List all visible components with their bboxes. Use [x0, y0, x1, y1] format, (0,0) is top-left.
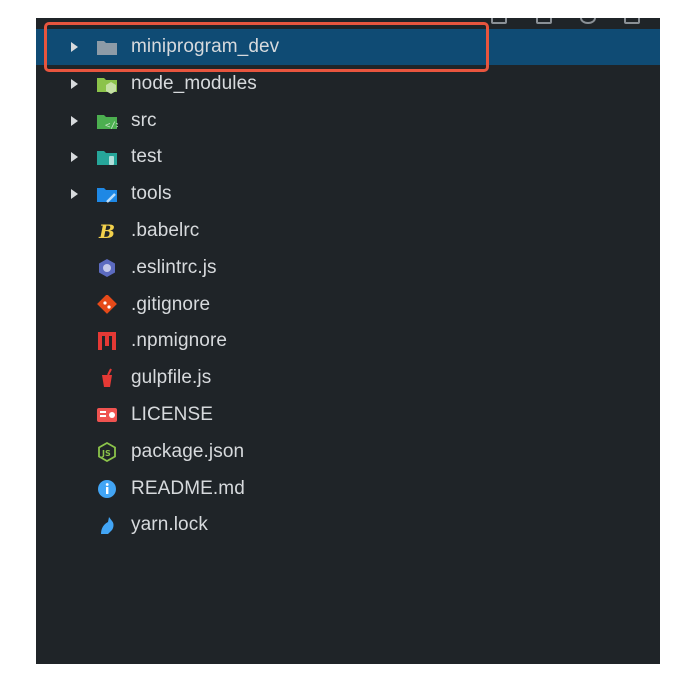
tree-folder-row[interactable]: miniprogram_dev: [36, 29, 660, 65]
chevron-right-icon[interactable]: [71, 152, 78, 163]
tree-item-label: README.md: [131, 477, 245, 499]
npm-icon: [96, 331, 118, 351]
yarn-icon: [96, 515, 118, 535]
tree-file-row[interactable]: B .babelrc: [36, 213, 660, 249]
tree-item-label: tools: [131, 183, 172, 205]
chevron-right-icon[interactable]: [71, 78, 78, 89]
git-icon: [96, 293, 118, 315]
tree-folder-row[interactable]: test: [36, 139, 660, 175]
file-explorer: miniprogram_dev node_modules </> src test too…: [36, 18, 660, 664]
folder-test-icon: [96, 147, 118, 167]
collapse-all-icon[interactable]: [624, 18, 640, 24]
babel-icon: B: [96, 221, 118, 243]
tree-file-row[interactable]: .gitignore: [36, 287, 660, 323]
svg-text:JS: JS: [101, 449, 111, 458]
folder-tools-icon: [96, 184, 118, 204]
explorer-toolbar: [36, 18, 660, 24]
license-icon: [96, 405, 118, 425]
nodejs-icon: JS: [96, 441, 118, 462]
folder-icon: [96, 37, 118, 57]
tree-item-label: package.json: [131, 440, 245, 462]
tree-file-row[interactable]: .eslintrc.js: [36, 250, 660, 286]
tree-item-label: .babelrc: [131, 220, 200, 241]
tree-file-row[interactable]: README.md: [36, 471, 660, 507]
tree-file-row[interactable]: gulpfile.js: [36, 360, 660, 396]
tree-folder-row[interactable]: node_modules: [36, 66, 660, 102]
tree-file-row[interactable]: yarn.lock: [36, 507, 660, 543]
tree-item-label: .npmignore: [131, 330, 228, 352]
tree-item-label: gulpfile.js: [131, 367, 212, 389]
tree-item-label: .eslintrc.js: [131, 256, 217, 278]
tree-folder-row[interactable]: tools: [36, 176, 660, 212]
tree-file-row[interactable]: LICENSE: [36, 397, 660, 433]
tree-file-row[interactable]: .npmignore: [36, 323, 660, 359]
tree-item-label: node_modules: [131, 72, 257, 94]
chevron-right-icon[interactable]: [71, 115, 78, 126]
tree-item-label: .gitignore: [131, 293, 211, 315]
new-file-icon[interactable]: [491, 18, 507, 24]
eslint-icon: [96, 258, 118, 278]
tree-item-label: src: [131, 109, 157, 131]
chevron-right-icon[interactable]: [71, 42, 78, 52]
tree-item-label: miniprogram_dev: [131, 36, 280, 57]
refresh-icon[interactable]: [580, 18, 596, 24]
tree-item-label: yarn.lock: [131, 514, 208, 536]
chevron-right-icon[interactable]: [71, 189, 78, 200]
folder-node-icon: [96, 74, 118, 94]
info-icon: [96, 479, 118, 499]
svg-text:B: B: [98, 221, 115, 241]
tree-folder-row[interactable]: </> src: [36, 103, 660, 139]
svg-text:</>: </>: [105, 121, 118, 131]
new-folder-icon[interactable]: [536, 18, 552, 24]
tree-item-label: test: [131, 146, 163, 168]
folder-src-icon: </>: [96, 111, 122, 131]
gulp-icon: [96, 368, 118, 388]
tree-file-row[interactable]: JS package.json: [36, 434, 660, 470]
tree-item-label: LICENSE: [131, 404, 214, 425]
